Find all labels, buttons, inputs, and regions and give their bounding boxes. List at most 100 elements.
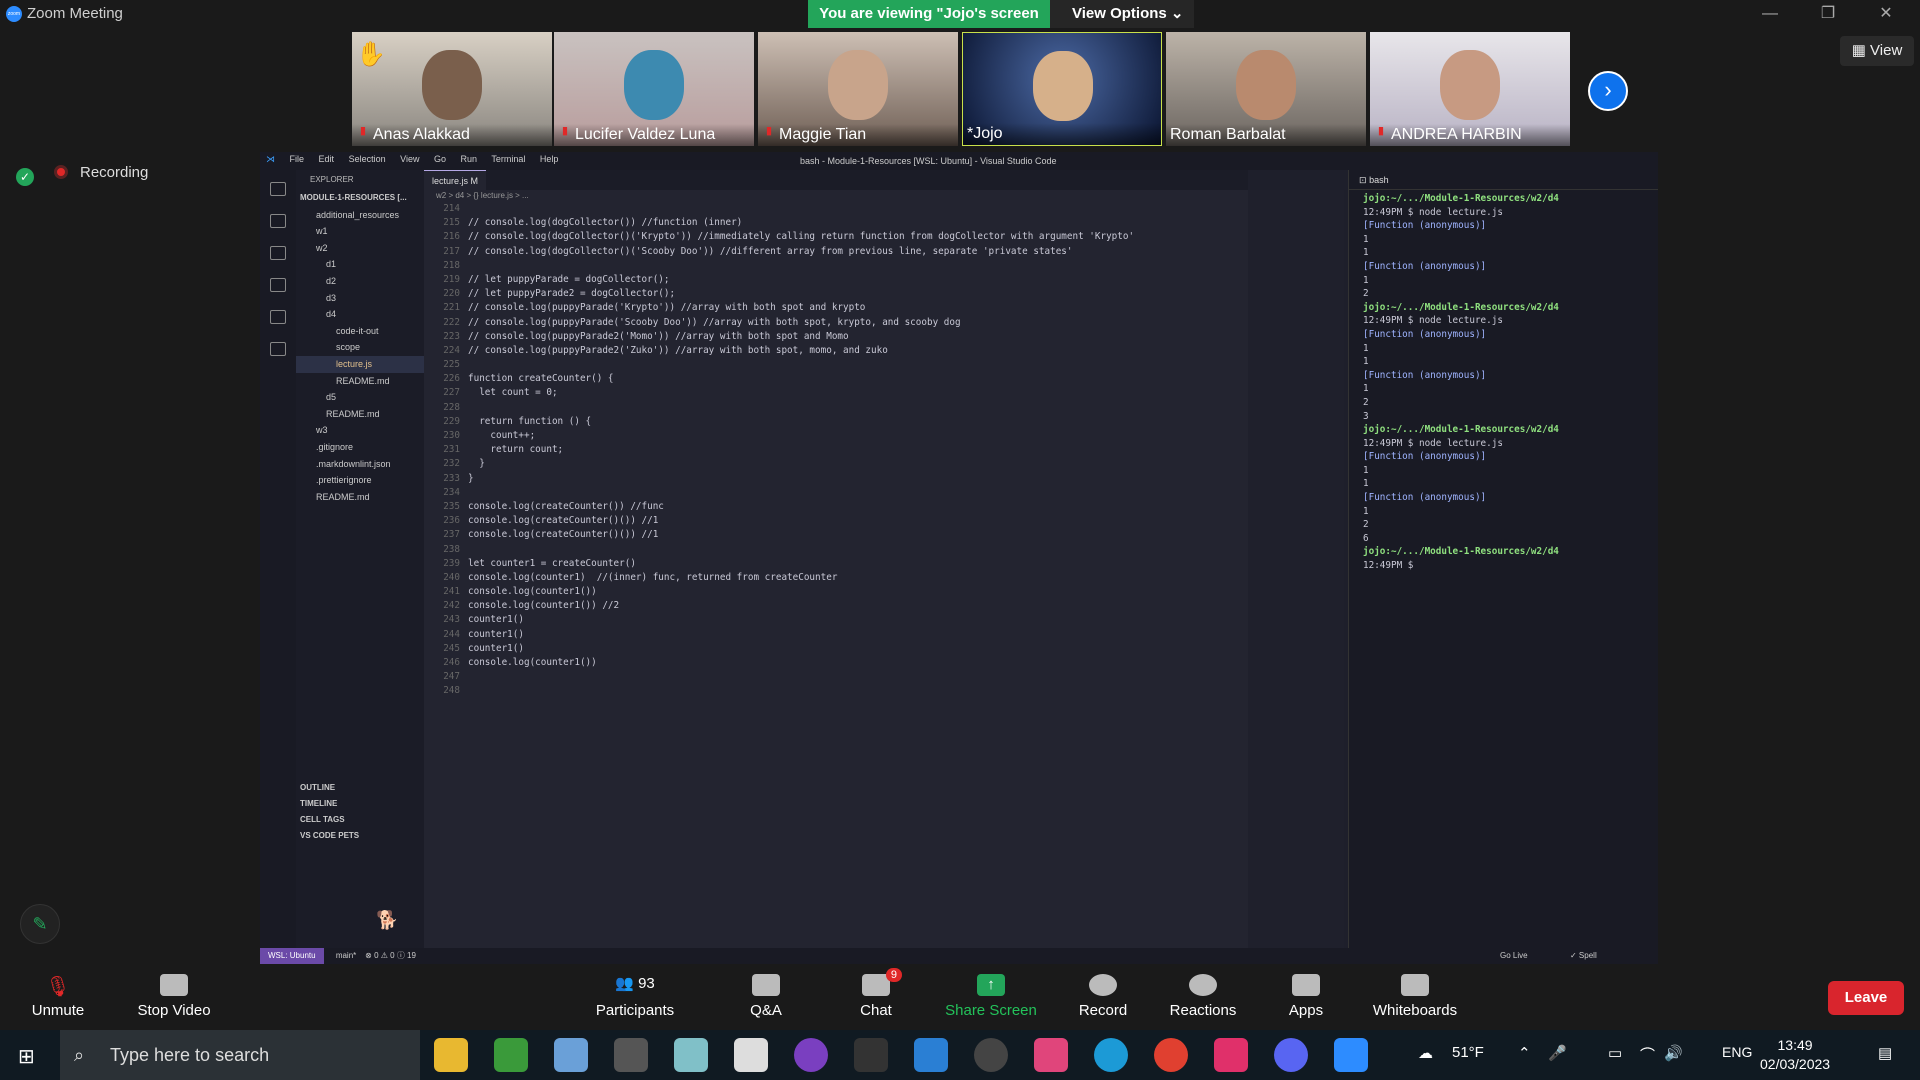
tree-item-selected[interactable]: lecture.js [296, 355, 424, 373]
terminal-tab[interactable]: ⊡ bash [1349, 170, 1658, 190]
battery-icon[interactable]: ▭ [1608, 1044, 1622, 1062]
tree-item[interactable]: README.md [296, 373, 424, 390]
code-line[interactable]: 227 let count = 0; [424, 386, 1248, 400]
weather-icon[interactable]: ☁ [1418, 1044, 1433, 1062]
close-icon[interactable]: ✕ [1866, 2, 1906, 26]
code-line[interactable]: 214 [424, 202, 1248, 216]
terminal-icon[interactable] [854, 1038, 888, 1072]
language-indicator[interactable]: ENG [1722, 1044, 1752, 1060]
tree-item[interactable]: .markdownlint.json [296, 456, 424, 473]
code-line[interactable]: 239 let counter1 = createCounter() [424, 557, 1248, 571]
code-line[interactable]: 233} [424, 472, 1248, 486]
code-line[interactable]: 216 // console.log(dogCollector()('Krypto… [424, 230, 1248, 244]
app-icon[interactable] [794, 1038, 828, 1072]
code-line[interactable]: 220 // let puppyParade2 = dogCollector(); [424, 287, 1248, 301]
code-line[interactable]: 219 // let puppyParade = dogCollector(); [424, 273, 1248, 287]
code-line[interactable]: 232 } [424, 457, 1248, 471]
app-icon[interactable] [1214, 1038, 1248, 1072]
tree-item[interactable]: additional_resources [296, 207, 424, 224]
terminal-panel[interactable]: ⊡ bash jojo:~/.../Module-1-Resources/w2/… [1348, 170, 1658, 948]
tree-item[interactable]: .gitignore [296, 439, 424, 456]
code-line[interactable]: 240 console.log(counter1) //(inner) func,… [424, 571, 1248, 585]
leave-button[interactable]: Leave [1828, 981, 1904, 1015]
code-line[interactable]: 248 [424, 684, 1248, 698]
tree-item[interactable]: d4 [296, 306, 424, 323]
file-explorer-icon[interactable] [434, 1038, 468, 1072]
section-outline[interactable]: OUTLINE [296, 780, 424, 796]
tree-item[interactable]: d1 [296, 256, 424, 273]
menu-selection[interactable]: Selection [349, 154, 386, 164]
temperature[interactable]: 51°F [1452, 1044, 1484, 1061]
menu-go[interactable]: Go [434, 154, 446, 164]
obs-icon[interactable] [974, 1038, 1008, 1072]
app-icon[interactable] [614, 1038, 648, 1072]
code-line[interactable]: 237 console.log(createCounter()()) //1 [424, 528, 1248, 542]
problems-count[interactable]: ⊗ 0 ⚠ 0 ⓘ 19 [365, 951, 416, 960]
code-line[interactable]: 225 [424, 358, 1248, 372]
code-line[interactable]: 243 counter1() [424, 613, 1248, 627]
code-line[interactable]: 247 [424, 670, 1248, 684]
section-cell-tags[interactable]: CELL TAGS [296, 812, 424, 828]
code-line[interactable]: 230 count++; [424, 429, 1248, 443]
workspace-folder[interactable]: MODULE-1-RESOURCES [... [296, 190, 424, 207]
share-screen-button[interactable]: ↑ Share Screen [944, 974, 1038, 1019]
code-line[interactable]: 226 function createCounter() { [424, 372, 1248, 386]
tree-item[interactable]: d5 [296, 389, 424, 406]
paint-icon[interactable] [554, 1038, 588, 1072]
participant-tile[interactable]: ✋ Anas Alakkad [352, 32, 552, 146]
code-line[interactable]: 231 return count; [424, 443, 1248, 457]
code-line[interactable]: 244 counter1() [424, 628, 1248, 642]
code-line[interactable]: 236 console.log(createCounter()()) //1 [424, 514, 1248, 528]
section-timeline[interactable]: TIMELINE [296, 796, 424, 812]
qa-button[interactable]: Q&A [746, 974, 786, 1019]
code-line[interactable]: 229 return function () { [424, 415, 1248, 429]
code-line[interactable]: 238 [424, 543, 1248, 557]
notifications-icon[interactable]: ▤ [1878, 1044, 1892, 1062]
participant-tile[interactable]: Roman Barbalat [1166, 32, 1366, 146]
tree-item[interactable]: README.md [296, 406, 424, 423]
participant-tile[interactable]: ANDREA HARBIN [1370, 32, 1570, 146]
stop-video-button[interactable]: Stop Video [134, 974, 214, 1019]
chat-button[interactable]: 9 Chat [856, 968, 902, 1019]
participant-tile-active-speaker[interactable]: *Jojo [962, 32, 1162, 146]
source-control-icon[interactable] [270, 246, 286, 260]
code-line[interactable]: 215 // console.log(dogCollector()) //func… [424, 216, 1248, 230]
next-page-button[interactable]: › [1588, 71, 1628, 111]
tree-item[interactable]: d2 [296, 273, 424, 290]
terminal-output[interactable]: jojo:~/.../Module-1-Resources/w2/d4 12:49… [1349, 190, 1658, 573]
wsl-indicator[interactable]: WSL: Ubuntu [260, 948, 324, 964]
tab-lecture-js[interactable]: lecture.js M [424, 170, 487, 190]
run-debug-icon[interactable] [270, 278, 286, 292]
tree-item[interactable]: scope [296, 339, 424, 356]
code-editor[interactable]: lecture.js M w2 > d4 > {} lecture.js > .… [424, 170, 1248, 948]
code-line[interactable]: 218 [424, 259, 1248, 273]
code-line[interactable]: 222 // console.log(puppyParade('Scooby Do… [424, 316, 1248, 330]
discord-icon[interactable] [1274, 1038, 1308, 1072]
menu-help[interactable]: Help [540, 154, 559, 164]
app-icon[interactable] [674, 1038, 708, 1072]
code-line[interactable]: 235 console.log(createCounter()) //func [424, 500, 1248, 514]
code-line[interactable]: 241 console.log(counter1()) [424, 585, 1248, 599]
view-button[interactable]: ▦ View [1840, 36, 1914, 66]
tree-item[interactable]: README.md [296, 489, 424, 506]
minimap[interactable] [1248, 190, 1344, 948]
tree-item[interactable]: code-it-out [296, 323, 424, 340]
volume-icon[interactable]: 🔊 [1664, 1044, 1683, 1062]
tree-item[interactable]: w1 [296, 223, 424, 240]
notepad-icon[interactable] [734, 1038, 768, 1072]
code-line[interactable]: 245 counter1() [424, 642, 1248, 656]
code-lines[interactable]: 214 215 // console.log(dogCollector()) //f… [424, 202, 1248, 699]
code-line[interactable]: 224 // console.log(puppyParade2('Zuko')) … [424, 344, 1248, 358]
code-line[interactable]: 242 console.log(counter1()) //2 [424, 599, 1248, 613]
taskbar-search-box[interactable]: ⌕ Type here to search [60, 1030, 420, 1080]
code-line[interactable]: 221 // console.log(puppyParade('Krypto'))… [424, 301, 1248, 315]
tree-item[interactable]: .prettierignore [296, 472, 424, 489]
participants-button[interactable]: 👥 93 Participants [590, 974, 680, 1019]
edge-icon[interactable] [1094, 1038, 1128, 1072]
section-vscode-pets[interactable]: VS CODE PETS [296, 828, 424, 844]
minimize-icon[interactable]: — [1750, 2, 1790, 26]
tree-item[interactable]: w3 [296, 422, 424, 439]
chevron-up-icon[interactable]: ⌃ [1518, 1044, 1531, 1062]
taskbar-clock[interactable]: 13:49 02/03/2023 [1760, 1036, 1830, 1074]
reactions-button[interactable]: Reactions [1168, 974, 1238, 1019]
